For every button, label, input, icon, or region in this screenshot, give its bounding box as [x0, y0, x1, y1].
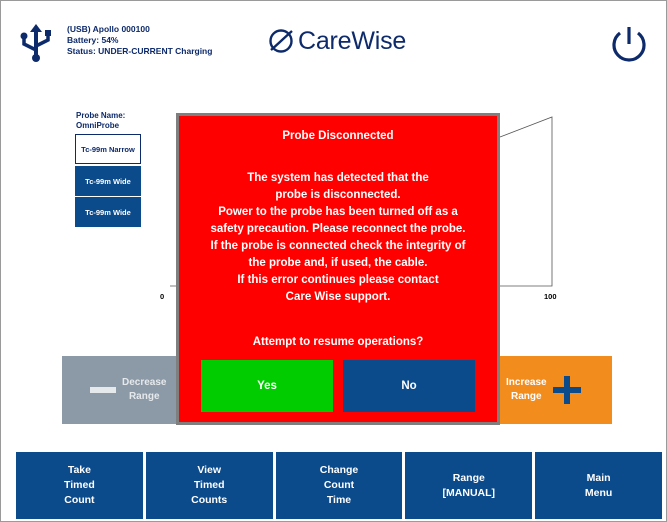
probe-name-label: Probe Name: [76, 111, 126, 120]
probe-isotope-tc99m-wide-2[interactable]: Tc-99m Wide [75, 197, 141, 227]
plus-icon [552, 376, 581, 404]
view-timed-counts-button[interactable]: View Timed Counts [145, 452, 273, 519]
take-timed-count-button[interactable]: Take Timed Count [16, 452, 143, 519]
change-count-time-button[interactable]: Change Count Time [275, 452, 403, 519]
yes-button[interactable]: Yes [201, 360, 333, 412]
increase-range-label-line2: Range [511, 391, 542, 402]
dialog-title: Probe Disconnected [282, 130, 394, 142]
dialog-message-line: If the probe is connected check the inte… [210, 240, 466, 252]
bottom-nav: Take Timed Count View Timed Counts Chang… [16, 452, 662, 519]
gauge-tick-max: 100 [544, 292, 557, 301]
probe-isotope-tc99m-narrow[interactable]: Tc-99m Narrow [75, 134, 141, 164]
no-button[interactable]: No [343, 360, 475, 412]
gauge-tick-min: 0 [160, 292, 165, 301]
dialog-message-line: If this error continues please contact [237, 274, 439, 286]
main-menu-button[interactable]: Main Menu [535, 452, 662, 519]
logo-mark-icon [269, 29, 293, 53]
carewise-logo: CareWise [268, 24, 406, 58]
power-icon[interactable] [608, 24, 650, 66]
dialog-message-line: Care Wise support. [285, 291, 391, 303]
probe-name-value: OmniProbe [76, 121, 120, 130]
device-status: (USB) Apollo 000100 Battery: 54% Status:… [67, 24, 212, 57]
probe-disconnected-dialog: Probe Disconnected The system has detect… [176, 113, 500, 425]
dialog-message-line: Power to the probe has been turned off a… [218, 206, 458, 218]
decrease-range-button[interactable]: Decrease Range [62, 356, 177, 424]
probe-isotope-tc99m-wide[interactable]: Tc-99m Wide [75, 166, 141, 196]
decrease-range-label-line1: Decrease [122, 377, 167, 388]
charging-status-text: Status: UNDER-CURRENT Charging [67, 46, 213, 56]
usb-icon [20, 24, 51, 62]
range-mode-button[interactable]: Range [MANUAL] [405, 452, 533, 519]
dialog-question: Attempt to resume operations? [252, 336, 424, 348]
dialog-message-line: safety precaution. Please reconnect the … [210, 223, 466, 235]
probe-name: Probe Name: OmniProbe [76, 111, 125, 131]
increase-range-button[interactable]: Increase Range [500, 356, 612, 424]
dialog-message-line: the probe and, if used, the cable. [248, 257, 428, 269]
decrease-range-label-line2: Range [128, 391, 160, 402]
increase-range-label: Increase Range [506, 376, 547, 404]
increase-range-label-line1: Increase [506, 377, 547, 388]
battery-text: Battery: 54% [67, 35, 119, 45]
dialog-message-line: probe is disconnected. [275, 189, 401, 201]
dialog-message-line: The system has detected that the [247, 172, 429, 184]
device-name-text: (USB) Apollo 000100 [67, 24, 150, 34]
dialog-message: The system has detected that the probe i… [187, 170, 489, 306]
minus-icon [90, 387, 116, 393]
logo-text: CareWise [298, 26, 407, 55]
decrease-range-label: Decrease Range [122, 376, 166, 404]
